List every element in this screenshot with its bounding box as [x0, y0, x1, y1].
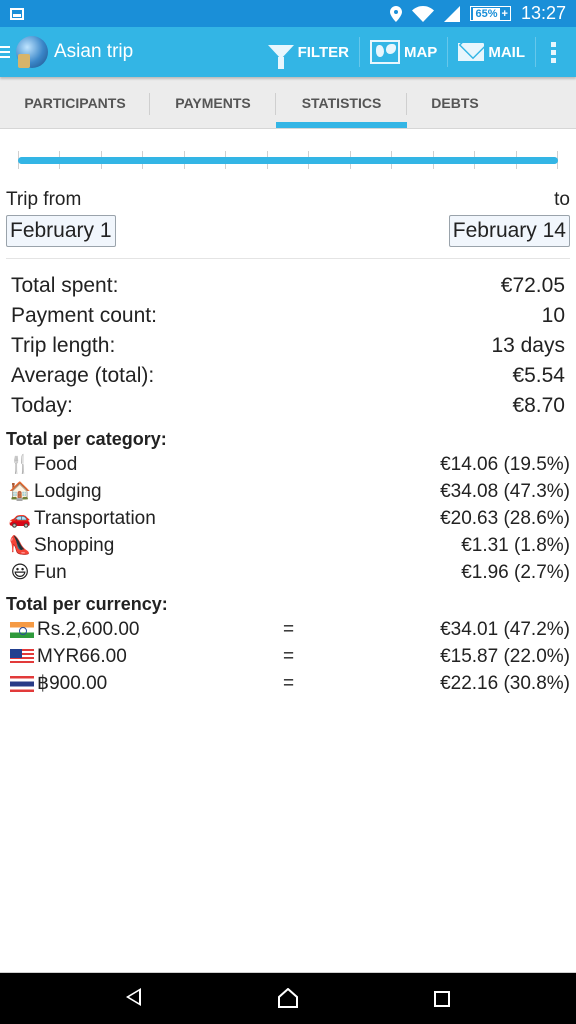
category-name: Shopping [34, 534, 115, 556]
currency-row-myr: MYR66.00 = €15.87 (22.0%) [6, 643, 570, 670]
stat-total-spent: Total spent: €72.05 [11, 271, 565, 301]
category-value: €1.96 (2.7%) [461, 561, 570, 583]
stat-label: Average (total): [11, 364, 155, 387]
currency-value: €34.01 (47.2%) [440, 618, 570, 640]
mail-button[interactable]: MAIL [448, 37, 536, 67]
house-icon: 🏠 [8, 481, 32, 501]
overflow-menu-icon[interactable] [536, 41, 570, 63]
home-icon[interactable] [277, 988, 299, 1008]
category-row-transportation: 🚗 Transportation €20.63 (28.6%) [6, 505, 570, 532]
equals-sign: = [283, 618, 295, 640]
india-flag-icon [10, 621, 34, 638]
per-category-section: Total per category: 🍴 Food €14.06 (19.5%… [0, 427, 576, 586]
battery-charging-icon: 65% + [470, 6, 511, 21]
stat-trip-length: Trip length: 13 days [11, 331, 565, 361]
status-bar: 65% + 13:27 [0, 0, 576, 27]
stat-value: €8.70 [512, 394, 565, 417]
stat-value: 10 [541, 304, 565, 327]
stat-label: Total spent: [11, 274, 119, 297]
stat-average-total: Average (total): €5.54 [11, 361, 565, 391]
currency-row-thb: ฿900.00 = €22.16 (30.8%) [6, 670, 570, 697]
drawer-menu-icon[interactable] [0, 46, 10, 58]
category-row-shopping: 👠 Shopping €1.31 (1.8%) [6, 532, 570, 559]
signal-icon [444, 5, 461, 22]
location-icon [390, 5, 403, 22]
category-row-fun: 😃 Fun €1.96 (2.7%) [6, 559, 570, 586]
slider-selected-track[interactable] [18, 157, 558, 164]
tab-bar: PARTICIPANTS PAYMENTS STATISTICS DEBTS [0, 77, 576, 129]
category-value: €1.31 (1.8%) [461, 534, 570, 556]
tab-statistics[interactable]: STATISTICS [276, 77, 407, 128]
stat-label: Payment count: [11, 304, 157, 327]
currency-value: €15.87 (22.0%) [440, 645, 570, 667]
stat-value: €5.54 [512, 364, 565, 387]
filter-icon [267, 45, 294, 69]
filter-label: FILTER [297, 43, 349, 61]
back-icon[interactable] [126, 988, 141, 1006]
mail-label: MAIL [488, 43, 525, 61]
category-value: €20.63 (28.6%) [440, 507, 570, 529]
image-notification-icon [10, 7, 24, 20]
currency-amount: ฿900.00 [37, 673, 108, 694]
currency-amount: MYR66.00 [37, 645, 127, 667]
stat-today: Today: €8.70 [11, 391, 565, 421]
per-currency-section: Total per currency: Rs.2,600.00 = €34.01… [0, 592, 576, 697]
tab-label: PARTICIPANTS [24, 94, 126, 111]
category-row-food: 🍴 Food €14.06 (19.5%) [6, 451, 570, 478]
trip-dates: Trip from to February 1 February 14 [0, 189, 576, 247]
section-title: Total per currency: [6, 593, 168, 614]
clock: 13:27 [520, 3, 566, 23]
smiley-icon: 😃 [10, 562, 30, 582]
from-date-button[interactable]: February 1 [6, 215, 116, 247]
divider [6, 258, 570, 259]
currency-value: €22.16 (30.8%) [440, 672, 570, 694]
mail-icon [458, 43, 485, 61]
date-range-slider[interactable] [18, 129, 558, 189]
category-name: Fun [34, 561, 67, 583]
stat-value: €72.05 [500, 274, 565, 297]
trip-to-label: to [554, 189, 570, 210]
recent-apps-icon[interactable] [434, 991, 450, 1007]
tab-label: PAYMENTS [175, 94, 251, 111]
tab-participants[interactable]: PARTICIPANTS [0, 77, 150, 128]
equals-sign: = [283, 645, 295, 667]
map-label: MAP [403, 43, 438, 61]
category-value: €14.06 (19.5%) [440, 453, 570, 475]
stat-label: Trip length: [11, 334, 116, 357]
equals-sign: = [283, 672, 295, 694]
tab-label: DEBTS [431, 94, 479, 111]
car-icon: 🚗 [8, 508, 32, 528]
map-icon [369, 40, 400, 64]
system-nav-bar [0, 972, 576, 1024]
app-logo-globe-icon[interactable] [16, 36, 48, 68]
trip-from-label: Trip from [6, 189, 82, 210]
section-title: Total per category: [6, 428, 167, 449]
summary-stats: Total spent: €72.05 Payment count: 10 Tr… [0, 271, 576, 421]
app-bar: Asian trip FILTER MAP MAIL [0, 27, 576, 77]
currency-row-inr: Rs.2,600.00 = €34.01 (47.2%) [6, 616, 570, 643]
stat-payment-count: Payment count: 10 [11, 301, 565, 331]
tab-debts[interactable]: DEBTS [407, 77, 503, 128]
app-title: Asian trip [54, 41, 134, 62]
tab-payments[interactable]: PAYMENTS [150, 77, 276, 128]
category-name: Lodging [34, 480, 102, 502]
map-button[interactable]: MAP [360, 37, 449, 67]
to-date-button[interactable]: February 14 [448, 215, 570, 247]
tab-label: STATISTICS [301, 94, 382, 111]
thailand-flag-icon [10, 675, 34, 692]
currency-amount: Rs.2,600.00 [37, 618, 140, 640]
category-name: Transportation [34, 507, 156, 529]
high-heel-icon: 👠 [8, 535, 32, 555]
malaysia-flag-icon [10, 648, 34, 665]
filter-button[interactable]: FILTER [258, 37, 360, 69]
fork-knife-icon: 🍴 [8, 454, 32, 474]
battery-percent: 65% [473, 7, 500, 20]
category-row-lodging: 🏠 Lodging €34.08 (47.3%) [6, 478, 570, 505]
wifi-icon [412, 5, 435, 22]
category-value: €34.08 (47.3%) [440, 480, 570, 502]
category-name: Food [34, 453, 78, 475]
stat-label: Today: [11, 394, 73, 417]
stat-value: 13 days [491, 334, 565, 357]
